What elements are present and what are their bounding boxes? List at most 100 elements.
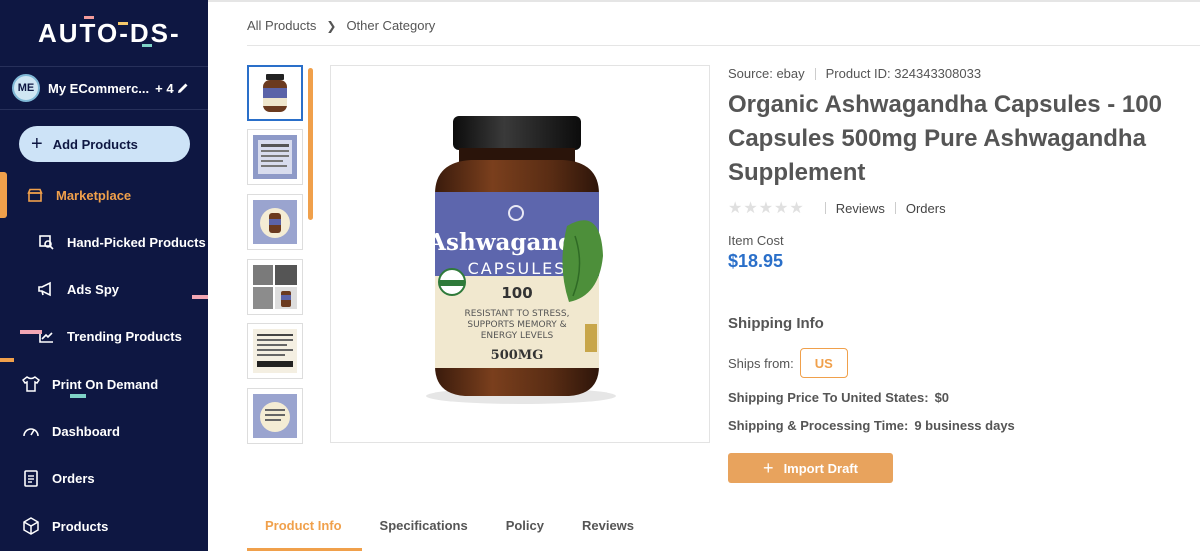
sidebar-item-ads-spy[interactable]: Ads Spy [0, 269, 208, 309]
label-thumbnail-icon [253, 135, 297, 179]
pencil-icon[interactable] [176, 81, 190, 95]
shipping-time-row: Shipping & Processing Time: 9 business da… [728, 418, 1015, 433]
item-cost-value: $18.95 [728, 251, 784, 271]
svg-text:RESISTANT TO STRESS,: RESISTANT TO STRESS, [465, 309, 570, 319]
breadcrumb-all-products[interactable]: All Products [247, 18, 316, 33]
bottle-count-text: 100 [501, 284, 532, 302]
sidebar-item-label: Hand-Picked Products [67, 234, 206, 250]
tab-product-info[interactable]: Product Info [247, 508, 362, 551]
benefits-thumbnail-icon [253, 200, 297, 244]
rating-row: ★ ★ ★ ★ ★ Reviews Orders [728, 198, 946, 218]
star-icon: ★ [758, 200, 774, 217]
svg-text:SUPPORTS MEMORY &: SUPPORTS MEMORY & [467, 320, 566, 330]
store-count: + 4 [155, 80, 174, 96]
store-avatar: ME [12, 74, 40, 102]
import-draft-button[interactable]: + Import Draft [728, 453, 893, 483]
thumbnail-6[interactable] [247, 388, 303, 444]
thumbnail-3[interactable] [247, 194, 303, 250]
shirt-icon [22, 375, 40, 393]
hand-picked-icon [37, 233, 55, 251]
sidebar-item-trending[interactable]: Trending Products [0, 316, 208, 356]
chevron-right-icon: ❯ [326, 18, 337, 33]
star-icon: ★ [774, 200, 789, 217]
divider [814, 67, 816, 80]
sidebar: AUTO-DS- ME My ECommerc... + 4 + Add Pro… [0, 0, 208, 551]
ships-from-country-chip[interactable]: US [799, 348, 848, 378]
shipping-info-heading: Shipping Info [728, 315, 824, 332]
lifestyle-thumbnail-icon [253, 265, 297, 309]
store-name: My ECommerc... [48, 80, 150, 96]
sidebar-item-label: Marketplace [56, 187, 132, 203]
tab-policy[interactable]: Policy [506, 508, 544, 543]
logo-accent [118, 22, 128, 25]
item-cost-label: Item Cost [728, 233, 784, 248]
facts-thumbnail-icon [253, 329, 297, 373]
tab-reviews[interactable]: Reviews [582, 508, 634, 543]
thumbnail-scrollbar[interactable] [308, 68, 313, 220]
sidebar-item-label: Print On Demand [52, 376, 159, 392]
star-icon: ★ [789, 200, 804, 217]
shipping-time-label: Shipping & Processing Time: [728, 418, 909, 433]
source-value: ebay [776, 66, 805, 81]
gauge-icon [22, 422, 40, 440]
shipping-price-row: Shipping Price To United States: $0 [728, 390, 949, 405]
source-label: Source: [728, 66, 773, 81]
sidebar-item-label: Dashboard [52, 423, 120, 439]
import-draft-label: Import Draft [783, 460, 858, 476]
star-icon: ★ [728, 200, 743, 217]
bottle-sub-text: CAPSULES [468, 259, 567, 278]
svg-text:ENERGY LEVELS: ENERGY LEVELS [481, 331, 554, 341]
reviews-link[interactable]: Reviews [836, 201, 885, 216]
bottle-dose-text: 500MG [491, 348, 544, 363]
megaphone-icon [37, 280, 55, 298]
store-icon [26, 186, 44, 204]
rating-stars: ★ ★ ★ ★ ★ [728, 198, 805, 218]
product-title: Organic Ashwagandha Capsules - 100 Capsu… [728, 91, 1162, 186]
bottle-thumbnail-icon [263, 74, 287, 112]
source-row: Source: ebay Product ID: 324343308033 [728, 66, 981, 81]
thumbnail-2[interactable] [247, 129, 303, 185]
add-products-label: Add Products [52, 136, 138, 152]
store-selector[interactable]: ME My ECommerc... + 4 [0, 66, 208, 110]
sidebar-item-orders[interactable]: Orders [0, 458, 208, 498]
thumbnail-5[interactable] [247, 323, 303, 379]
orders-link[interactable]: Orders [906, 201, 946, 216]
thumbnail-1[interactable] [247, 65, 303, 121]
ships-from-row: Ships from: US [728, 348, 848, 378]
shipping-price-value: $0 [934, 390, 950, 405]
sidebar-item-dashboard[interactable]: Dashboard [0, 411, 208, 451]
breadcrumb: All Products ❯ Other Category [247, 18, 435, 33]
product-tabs: Product Info Specifications Policy Revie… [247, 508, 672, 551]
breadcrumb-current[interactable]: Other Category [346, 18, 435, 33]
autods-logo[interactable]: AUTO-DS- [38, 18, 181, 49]
sidebar-item-label: Ads Spy [67, 281, 120, 297]
star-icon: ★ [743, 200, 758, 217]
decorative-dash [0, 358, 14, 362]
sidebar-item-label: Products [52, 518, 109, 534]
ships-from-label: Ships from: [728, 355, 794, 371]
divider [824, 202, 826, 214]
top-divider [208, 0, 1200, 2]
orders-icon [22, 469, 40, 487]
product-main-image[interactable]: Ashwagandha CAPSULES 100 RESISTANT TO ST… [330, 65, 710, 443]
product-id-value: 324343308033 [894, 66, 982, 81]
decorative-dash [192, 295, 208, 299]
sidebar-item-hand-picked[interactable]: Hand-Picked Products [0, 222, 208, 262]
sidebar-item-products[interactable]: Products [0, 506, 208, 546]
logo-accent [84, 16, 94, 19]
sidebar-item-print-on-demand[interactable]: Print On Demand [0, 364, 208, 404]
shipping-time-value: 9 business days [914, 418, 1015, 433]
info-thumbnail-icon [253, 394, 297, 438]
plus-icon: + [31, 133, 43, 155]
add-products-button[interactable]: + Add Products [19, 126, 190, 162]
breadcrumb-divider [247, 45, 1200, 46]
sidebar-item-marketplace[interactable]: Marketplace [0, 175, 208, 215]
sidebar-item-label: Trending Products [67, 328, 182, 344]
main-content: All Products ❯ Other Category Ashwagandh… [208, 0, 1200, 551]
box-icon [22, 517, 40, 535]
tab-specifications[interactable]: Specifications [380, 508, 468, 543]
plus-icon: + [763, 458, 774, 478]
sidebar-item-label: Orders [52, 470, 95, 486]
shipping-price-label: Shipping Price To United States: [728, 390, 929, 405]
thumbnail-4[interactable] [247, 259, 303, 315]
